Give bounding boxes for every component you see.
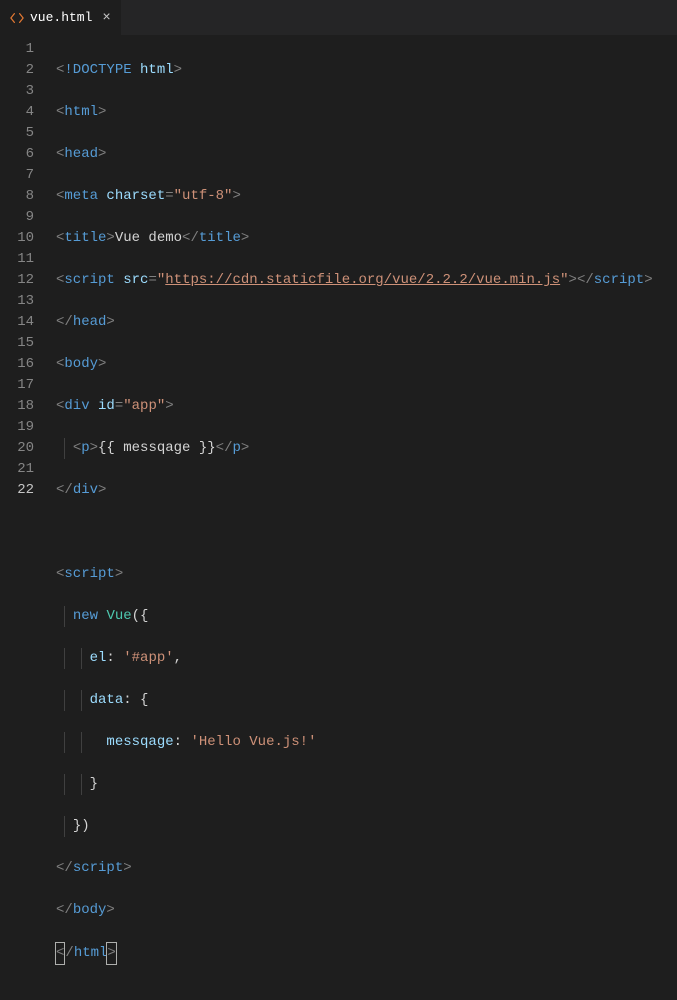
line-number: 20 — [0, 438, 34, 459]
code-line[interactable]: data: { — [56, 690, 653, 711]
line-number: 18 — [0, 396, 34, 417]
editor-area[interactable]: 1 2 3 4 5 6 7 8 9 10 11 12 13 14 15 16 1… — [0, 35, 677, 500]
line-number: 8 — [0, 186, 34, 207]
line-number: 16 — [0, 354, 34, 375]
code-line[interactable]: <p>{{ messqage }}</p> — [56, 438, 653, 459]
code-line[interactable]: </script> — [56, 858, 653, 879]
code-line[interactable]: el: '#app', — [56, 648, 653, 669]
line-number: 22 — [0, 480, 34, 501]
line-number: 17 — [0, 375, 34, 396]
line-number: 2 — [0, 60, 34, 81]
code-line[interactable]: </div> — [56, 480, 653, 501]
line-number: 1 — [0, 39, 34, 60]
code-line[interactable]: <title>Vue demo</title> — [56, 228, 653, 249]
close-icon[interactable]: × — [102, 10, 110, 26]
line-number: 10 — [0, 228, 34, 249]
code-line[interactable]: <meta charset="utf-8"> — [56, 186, 653, 207]
code-line[interactable]: <!DOCTYPE html> — [56, 60, 653, 81]
cursor: < — [55, 942, 65, 965]
line-number: 11 — [0, 249, 34, 270]
tab-filename: vue.html — [30, 10, 92, 25]
code-line[interactable]: <html> — [56, 102, 653, 123]
line-number: 6 — [0, 144, 34, 165]
code-line[interactable]: }) — [56, 816, 653, 837]
code-line[interactable]: <script src="https://cdn.staticfile.org/… — [56, 270, 653, 291]
line-number: 3 — [0, 81, 34, 102]
code-line[interactable]: </head> — [56, 312, 653, 333]
code-line[interactable]: messqage: 'Hello Vue.js!' — [56, 732, 653, 753]
line-number: 13 — [0, 291, 34, 312]
code-line[interactable]: } — [56, 774, 653, 795]
code-line[interactable]: <body> — [56, 354, 653, 375]
code-line[interactable]: new Vue({ — [56, 606, 653, 627]
line-number: 7 — [0, 165, 34, 186]
line-number: 9 — [0, 207, 34, 228]
line-number: 4 — [0, 102, 34, 123]
code-line[interactable]: </body> — [56, 900, 653, 921]
line-number: 14 — [0, 312, 34, 333]
code-line[interactable]: <script> — [56, 564, 653, 585]
tab-bar: vue.html × — [0, 0, 677, 35]
code-line[interactable] — [56, 522, 653, 543]
line-number: 12 — [0, 270, 34, 291]
code-line[interactable]: <head> — [56, 144, 653, 165]
code-line[interactable]: <div id="app"> — [56, 396, 653, 417]
line-number: 15 — [0, 333, 34, 354]
line-number: 21 — [0, 459, 34, 480]
line-number: 5 — [0, 123, 34, 144]
tab-vue-html[interactable]: vue.html × — [0, 0, 122, 35]
code-icon — [10, 11, 24, 25]
line-number: 19 — [0, 417, 34, 438]
cursor: > — [106, 942, 116, 965]
code-content[interactable]: <!DOCTYPE html> <html> <head> <meta char… — [48, 35, 653, 500]
line-number-gutter: 1 2 3 4 5 6 7 8 9 10 11 12 13 14 15 16 1… — [0, 35, 48, 500]
code-line[interactable]: </html> — [56, 942, 653, 965]
